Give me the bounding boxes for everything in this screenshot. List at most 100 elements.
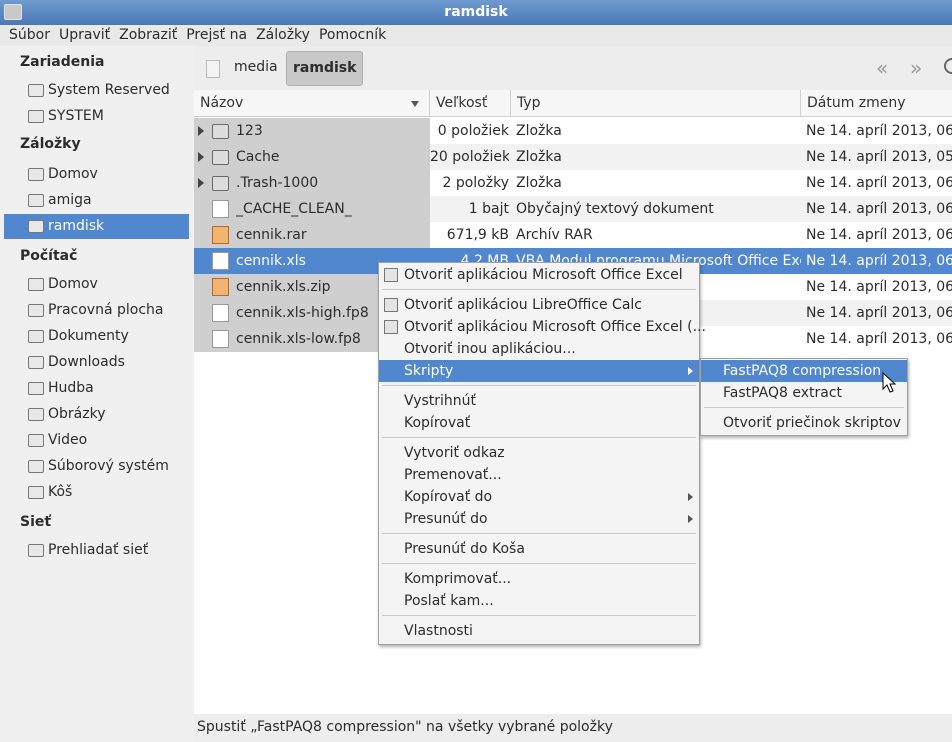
root-crumb-icon[interactable] [206,60,220,78]
sidebar-item-domov[interactable]: Domov [4,162,189,187]
sidebar-item-pracovna-plocha[interactable]: Pracovná plocha [4,298,189,323]
menu-item-label: Kopírovať do [404,489,493,505]
folder-icon [28,220,44,233]
expander-icon[interactable] [198,178,204,188]
menu-item-kopirovat[interactable]: Kopírovať [379,412,699,434]
sidebar-item-suborovy-system[interactable]: Súborový systém [4,454,189,479]
menu-item-vystrihnut[interactable]: Vystrihnúť [379,390,699,412]
menu-item-presunut-do[interactable]: Presunúť do [379,508,699,530]
menu-item-fastpaq8-compression[interactable]: FastPAQ8 compression [701,360,907,382]
sidebar-item-hudba[interactable]: Hudba [4,376,189,401]
file-row[interactable]: 123 0 položiek Zložka Ne 14. apríl 2013, 06… [194,118,952,144]
sidebar-item-downloads[interactable]: Downloads [4,350,189,375]
menu-pomocnik[interactable]: Pomocník [310,25,386,46]
sidebar-heading-zariadenia: Zariadenia [20,54,105,70]
window-menu-icon[interactable] [4,4,22,20]
excel-icon [384,268,398,282]
documents-icon [28,330,44,343]
sidebar-item-system[interactable]: SYSTEM [4,104,189,129]
menu-item-komprimovat[interactable]: Komprimovať... [379,568,699,590]
column-size[interactable]: Veľkosť [430,90,511,117]
menu-item-vytvorit-odkaz[interactable]: Vytvoriť odkaz [379,442,699,464]
sidebar-item-label: Domov [48,276,98,292]
file-name: _CACHE_CLEAN_ [236,201,352,217]
crumb-ramdisk[interactable]: ramdisk [286,51,364,86]
path-bar: media ramdisk « » [194,46,952,90]
doc-icon [212,330,229,348]
menu-item-otvorit-aplikaciou-microsoft-office-excel[interactable]: Otvoriť aplikáciou Microsoft Office Exce… [379,316,706,338]
archive-icon [212,278,229,296]
sidebar-item-amiga[interactable]: amiga [4,188,189,213]
menu-item-otvorit-priecinok-skriptov[interactable]: Otvoriť priečinok skriptov [701,412,907,434]
sidebar-item-kos[interactable]: Kôš [4,480,189,505]
menu-item-label: FastPAQ8 compression [723,363,882,379]
menu-zobrazit[interactable]: Zobraziť [110,25,177,46]
column-date[interactable]: Dátum zmeny [801,90,952,117]
menu-item-poslat-kam[interactable]: Poslať kam... [379,590,699,612]
expander-icon[interactable] [198,126,204,136]
menu-zalozky[interactable]: Záložky [247,25,310,46]
file-row[interactable]: .Trash-1000 2 položky Zložka Ne 14. apríl 2… [194,170,952,196]
sidebar-item-dokumenty[interactable]: Dokumenty [4,324,189,349]
file-type: Zložka [516,149,562,165]
file-type: Zložka [516,123,562,139]
sidebar-item-label: Dokumenty [48,328,129,344]
crumb-media[interactable]: media [234,51,278,84]
file-size: 20 položiek [430,149,509,165]
doc-icon [212,200,229,218]
file-size: 2 položky [442,175,509,191]
sidebar-item-video[interactable]: Video [4,428,189,453]
menu-item-skripty[interactable]: Skripty [379,360,699,382]
folder-icon [212,176,229,191]
menu-item-otvorit-inou-aplikaciou[interactable]: Otvoriť inou aplikáciou... [379,338,699,360]
file-date: Ne 14. apríl 2013, 06:2 [806,253,952,269]
menu-item-label: Otvoriť aplikáciou Microsoft Office Exce… [404,267,683,283]
menu-item-label: Vlastnosti [404,623,473,639]
menu-item-label: Presunúť do Koša [404,541,525,557]
menu-upravit[interactable]: Upraviť [50,25,110,46]
menu-item-premenovat[interactable]: Premenovať... [379,464,699,486]
menu-item-otvorit-aplikaciou-microsoft-office-excel[interactable]: Otvoriť aplikáciou Microsoft Office Exce… [379,264,699,286]
sidebar-item-prehliadat-siet[interactable]: Prehliadať sieť [4,538,189,563]
file-date: Ne 14. apríl 2013, 06:5 [806,123,952,139]
file-size: 0 položiek [437,123,509,139]
forward-arrow-icon[interactable]: » [910,56,922,80]
title-bar: ramdisk [0,0,952,25]
menu-item-presunut-do-kosa[interactable]: Presunúť do Koša [379,538,699,560]
sidebar-item-ramdisk[interactable]: ramdisk [4,214,189,239]
sidebar-item-label: Kôš [48,484,73,500]
menu-prejst-na[interactable]: Prejsť na [177,25,247,46]
menu-item-fastpaq8-extract[interactable]: FastPAQ8 extract [701,382,907,404]
menu-item-kopirovat-do[interactable]: Kopírovať do [379,486,699,508]
music-icon [28,382,44,395]
submenu-arrow-icon [688,493,693,501]
file-row[interactable]: cennik.rar 671,9 kB Archív RAR Ne 14. apríl… [194,222,952,248]
drive-icon [28,84,44,97]
file-name: Cache [236,149,280,165]
file-type: Archív RAR [516,227,593,243]
menu-subor[interactable]: Súbor [0,25,50,46]
context-menu: Otvoriť aplikáciou Microsoft Office Exce… [378,262,706,645]
video-icon [28,434,44,447]
search-icon[interactable] [944,58,952,74]
file-row[interactable]: Cache 20 položiek Zložka Ne 14. apríl 2013,… [194,144,952,170]
menu-item-otvorit-aplikaciou-libreoffice-calc[interactable]: Otvoriť aplikáciou LibreOffice Calc [379,294,699,316]
sidebar-item-obrazky[interactable]: Obrázky [4,402,189,427]
back-arrow-icon[interactable]: « [876,56,888,80]
menu-separator [382,563,696,564]
file-size: 671,9 kB [446,227,509,243]
expander-icon[interactable] [198,152,204,162]
menu-item-label: Otvoriť aplikáciou Microsoft Office Exce… [404,319,706,335]
sidebar-heading-siet: Sieť [20,514,52,530]
column-type[interactable]: Typ [511,90,801,117]
file-date: Ne 14. apríl 2013, 06:2 [806,331,952,347]
menu-bar: Súbor Upraviť Zobraziť Prejsť na Záložky Pomo… [0,25,952,46]
menu-item-vlastnosti[interactable]: Vlastnosti [379,620,699,642]
sidebar-item-system-reserved[interactable]: System Reserved [4,78,189,103]
sidebar-item-label: Obrázky [48,406,106,422]
column-name[interactable]: Názov [194,90,430,117]
file-row[interactable]: _CACHE_CLEAN_ 1 bajt Obyčajný textový doku… [194,196,952,222]
drive-icon [28,110,44,123]
menu-separator [382,615,696,616]
sidebar-item-domov[interactable]: Domov [4,272,189,297]
